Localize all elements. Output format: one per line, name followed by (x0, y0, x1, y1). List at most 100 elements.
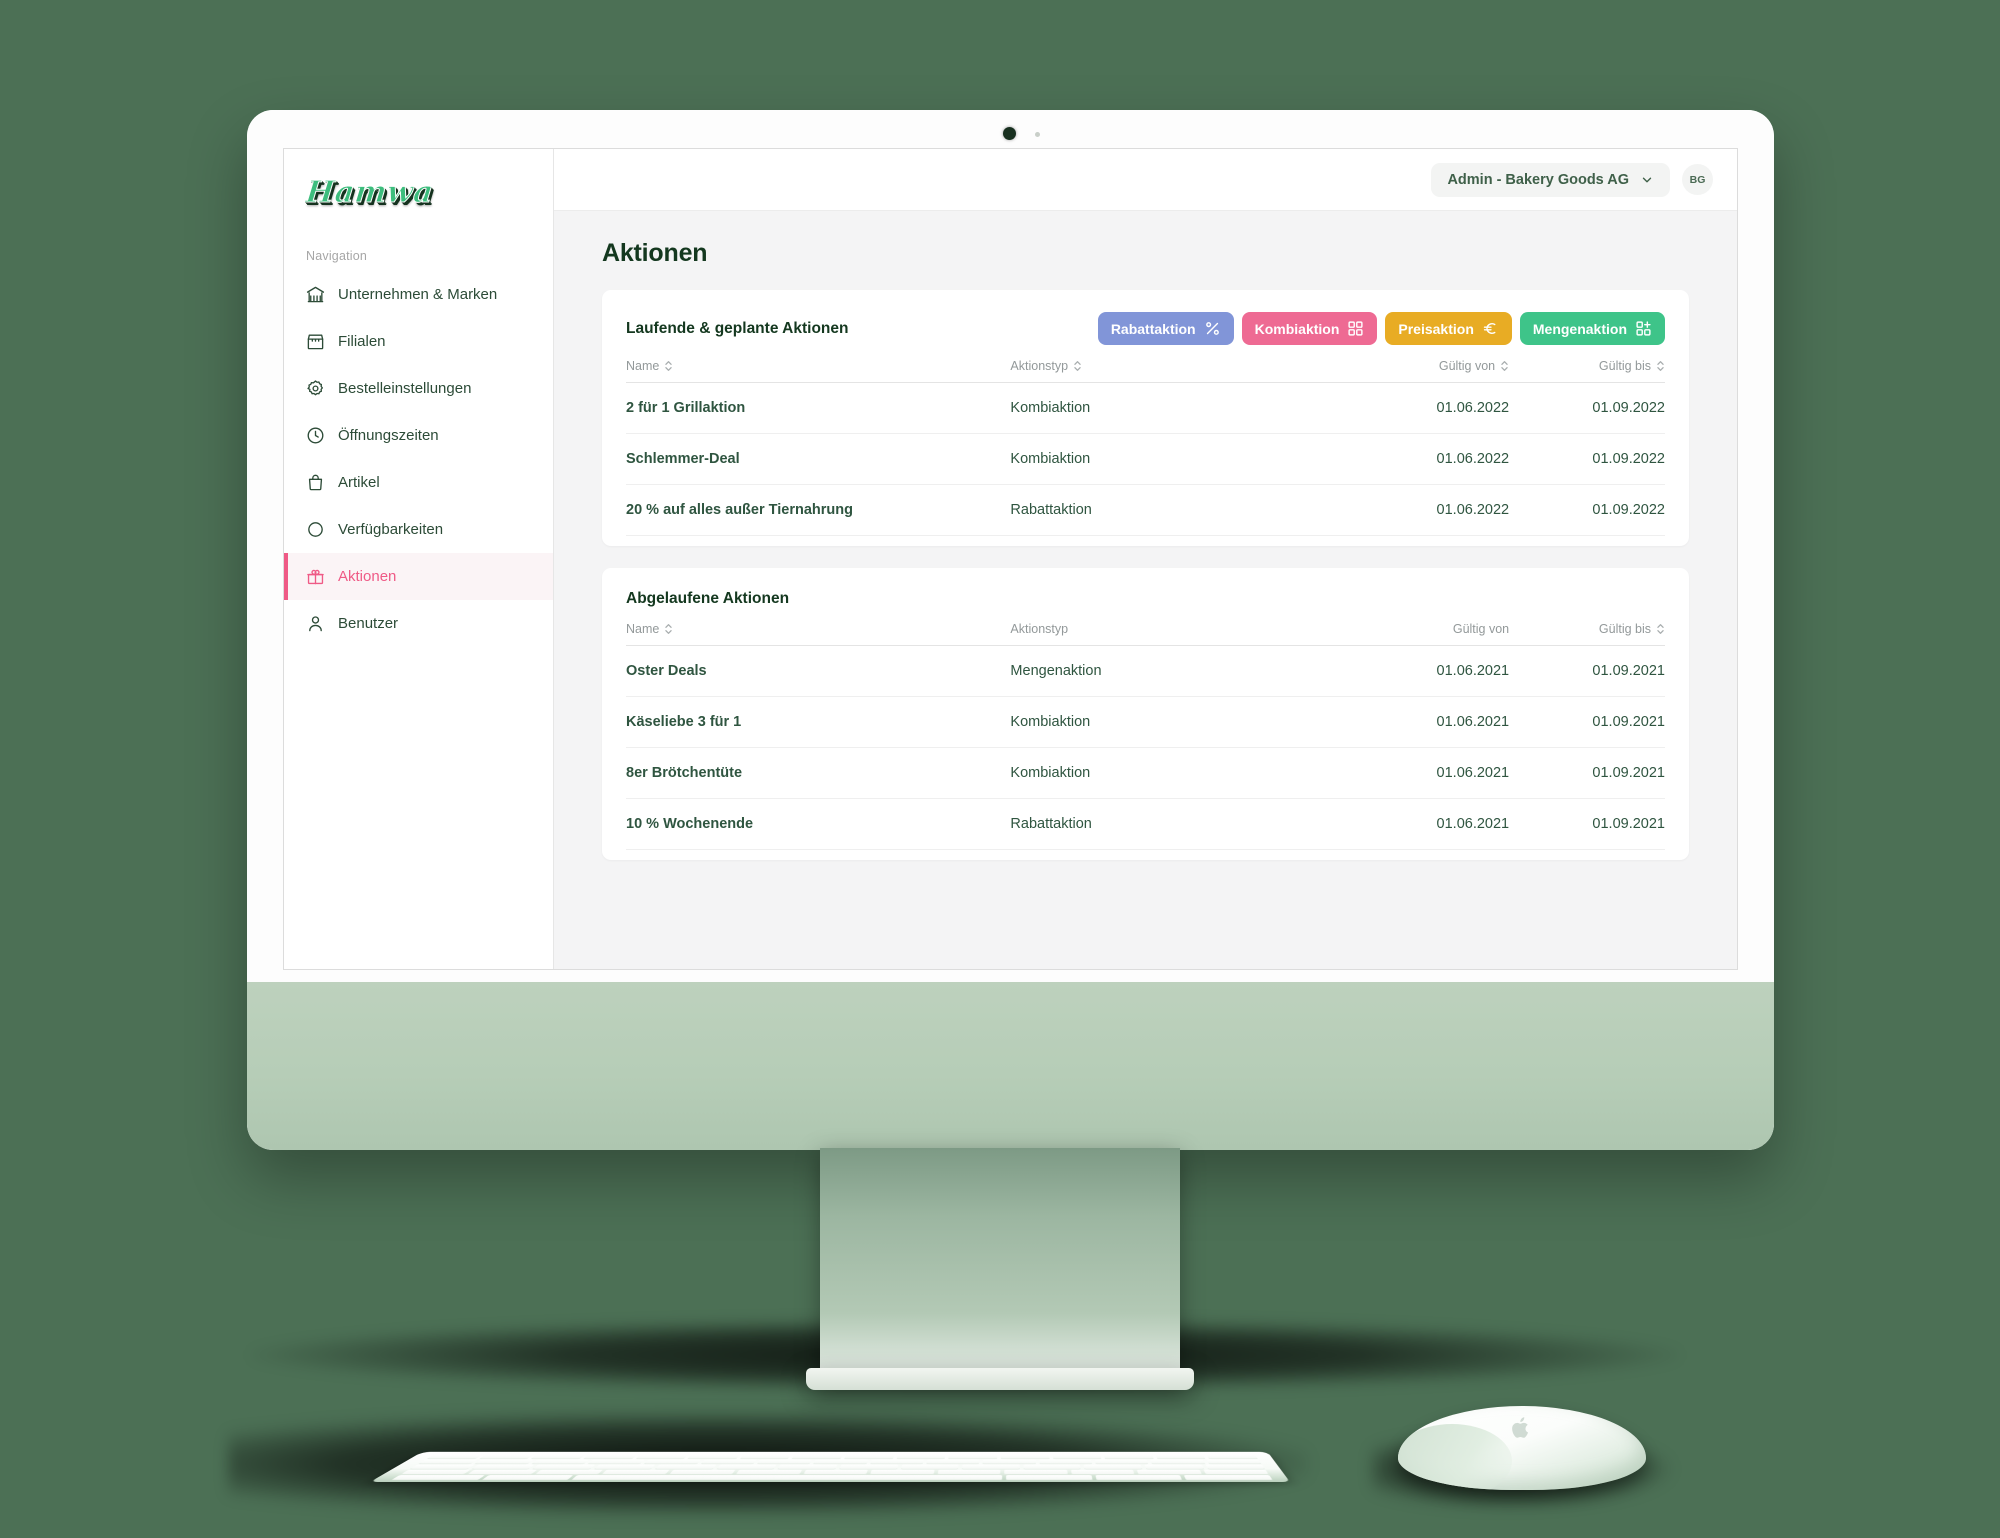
keyboard-key[interactable] (635, 1454, 688, 1460)
sidebar-item-bestelleinstellungen[interactable]: Bestelleinstellungen (284, 365, 553, 412)
table-row[interactable]: Oster Deals Mengenaktion 01.06.2021 01.09.2… (626, 645, 1665, 697)
keyboard-key[interactable] (587, 1459, 645, 1465)
brand-logo[interactable]: Hamwa (284, 169, 553, 235)
column-header-sort[interactable]: Gültig bis (1599, 359, 1665, 373)
keyboard-key[interactable] (654, 1464, 717, 1470)
sidebar-item-aktionen[interactable]: Aktionen (284, 553, 553, 600)
keyboard-key[interactable] (1095, 1475, 1183, 1481)
keyboard-key[interactable] (426, 1454, 482, 1460)
keyboard-key[interactable] (530, 1459, 590, 1465)
table-row[interactable]: 2 für 1 Grillaktion Kombiaktion 01.06.2022… (626, 382, 1665, 434)
keyboard-key[interactable] (481, 1475, 574, 1481)
filter-chip-rabattaktion[interactable]: Rabattaktion (1097, 312, 1234, 345)
keyboard-key[interactable] (735, 1469, 802, 1475)
table-body: Oster Deals Mengenaktion 01.06.2021 01.09.2… (626, 645, 1665, 850)
keyboard-key[interactable] (1150, 1459, 1205, 1465)
keyboard-key[interactable] (418, 1459, 478, 1465)
cell-valid-from: 01.06.2022 (1301, 382, 1510, 434)
keyboard-key[interactable] (583, 1454, 637, 1460)
keyboard-key[interactable] (1206, 1454, 1258, 1460)
column-header-sort[interactable]: Gültig von (1439, 359, 1509, 373)
keyboard-key[interactable] (1083, 1464, 1143, 1470)
keyboard-key[interactable] (1052, 1454, 1102, 1460)
keyboard-key[interactable] (1006, 1475, 1093, 1481)
column-header: Name (626, 359, 1011, 383)
keyboard-key[interactable] (803, 1469, 869, 1475)
keyboard-key[interactable] (1203, 1469, 1269, 1475)
keyboard-key[interactable] (844, 1454, 895, 1460)
avatar[interactable]: BG (1682, 164, 1713, 195)
keyboard-key[interactable] (593, 1464, 656, 1470)
keyboard-key[interactable] (1004, 1469, 1068, 1475)
keyboard-key[interactable] (668, 1469, 736, 1475)
keyboard-key[interactable] (643, 1459, 701, 1465)
keyboard-key[interactable] (1094, 1459, 1149, 1465)
keyboard-key[interactable] (470, 1464, 535, 1470)
mouse[interactable] (1398, 1406, 1646, 1490)
keyboard[interactable] (370, 1451, 1290, 1482)
keyboard-key[interactable] (1038, 1459, 1092, 1465)
filter-chip-preisaktion[interactable]: Preisaktion (1385, 312, 1512, 345)
column-header-sort[interactable]: Gültig bis (1599, 622, 1665, 636)
keyboard-key[interactable] (948, 1454, 998, 1460)
sidebar-item-ffnungszeiten[interactable]: Öffnungszeiten (284, 412, 553, 459)
keyboard-key[interactable] (1136, 1469, 1202, 1475)
keyboard-key[interactable] (982, 1459, 1036, 1465)
keyboard-row (409, 1464, 1266, 1470)
keyboard-key[interactable] (474, 1459, 534, 1465)
keyboard-key[interactable] (870, 1469, 935, 1475)
keyboard-key[interactable] (400, 1469, 471, 1475)
keyboard-key[interactable] (869, 1459, 924, 1465)
cell-type: Kombiaktion (1010, 382, 1302, 434)
keyboard-key[interactable] (839, 1464, 899, 1470)
filter-chip-mengenaktion[interactable]: Mengenaktion (1519, 312, 1665, 345)
keyboard-key[interactable] (409, 1464, 475, 1470)
sidebar-item-filialen[interactable]: Filialen (284, 318, 553, 365)
filter-chip-kombiaktion[interactable]: Kombiaktion (1241, 312, 1378, 345)
keyboard-key[interactable] (777, 1464, 838, 1470)
column-header-sort[interactable]: Aktionstyp (1010, 359, 1082, 373)
keyboard-key[interactable] (467, 1469, 538, 1475)
table-row[interactable]: 8er Brötchentüte Kombiaktion 01.06.2021 01.… (626, 747, 1665, 799)
keyboard-key[interactable] (716, 1464, 778, 1470)
sidebar-item-artikel[interactable]: Artikel (284, 459, 553, 506)
org-switcher[interactable]: Admin - Bakery Goods AG (1431, 162, 1670, 197)
keyboard-key[interactable] (962, 1464, 1020, 1470)
keyboard-key[interactable] (896, 1454, 946, 1460)
keyboard-key[interactable] (1206, 1459, 1262, 1465)
keyboard-key[interactable] (937, 1469, 1001, 1475)
keyboard-key[interactable] (1103, 1454, 1154, 1460)
sidebar-item-unternehmen-marken[interactable]: Unternehmen & Marken (284, 271, 553, 318)
keyboard-key[interactable] (1070, 1469, 1135, 1475)
sidebar-item-verf-gbarkeiten[interactable]: Verfügbarkeiten (284, 506, 553, 553)
table-row[interactable]: Schlemmer-Deal Kombiaktion 01.06.2022 01.09… (626, 433, 1665, 485)
keyboard-key[interactable] (1000, 1454, 1050, 1460)
table-row[interactable]: Käseliebe 3 für 1 Kombiaktion 01.06.2021 01… (626, 696, 1665, 748)
keyboard-key[interactable] (530, 1454, 585, 1460)
keyboard-key[interactable] (478, 1454, 534, 1460)
sidebar-item-benutzer[interactable]: Benutzer (284, 600, 553, 647)
screen: Hamwa Navigation Unternehmen & Marken Fil… (283, 148, 1738, 970)
keyboard-key[interactable] (756, 1459, 813, 1465)
keyboard-key[interactable] (1155, 1454, 1206, 1460)
table-row[interactable]: 10 % Wochenende Rabattaktion 01.06.2021 01.… (626, 798, 1665, 850)
keyboard-key[interactable] (926, 1459, 980, 1465)
keyboard-key[interactable] (532, 1464, 596, 1470)
table-row[interactable]: 20 % auf alles außer Tiernahrung Rabattak… (626, 484, 1665, 536)
keyboard-key[interactable] (1023, 1464, 1081, 1470)
keyboard-key[interactable] (739, 1454, 792, 1460)
keyboard-key[interactable] (601, 1469, 670, 1475)
keyboard-key[interactable] (700, 1459, 757, 1465)
keyboard-key[interactable] (391, 1475, 485, 1481)
keyboard-key[interactable] (1205, 1464, 1266, 1470)
column-header-sort[interactable]: Name (626, 359, 673, 373)
keyboard-key[interactable] (534, 1469, 604, 1475)
keyboard-key[interactable] (1184, 1475, 1273, 1481)
keyboard-key[interactable] (687, 1454, 740, 1460)
column-header-sort[interactable]: Name (626, 622, 673, 636)
keyboard-key[interactable] (813, 1459, 868, 1465)
keyboard-key[interactable] (791, 1454, 843, 1460)
keyboard-key[interactable] (571, 1475, 1003, 1481)
keyboard-key[interactable] (1144, 1464, 1204, 1470)
keyboard-key[interactable] (900, 1464, 959, 1470)
